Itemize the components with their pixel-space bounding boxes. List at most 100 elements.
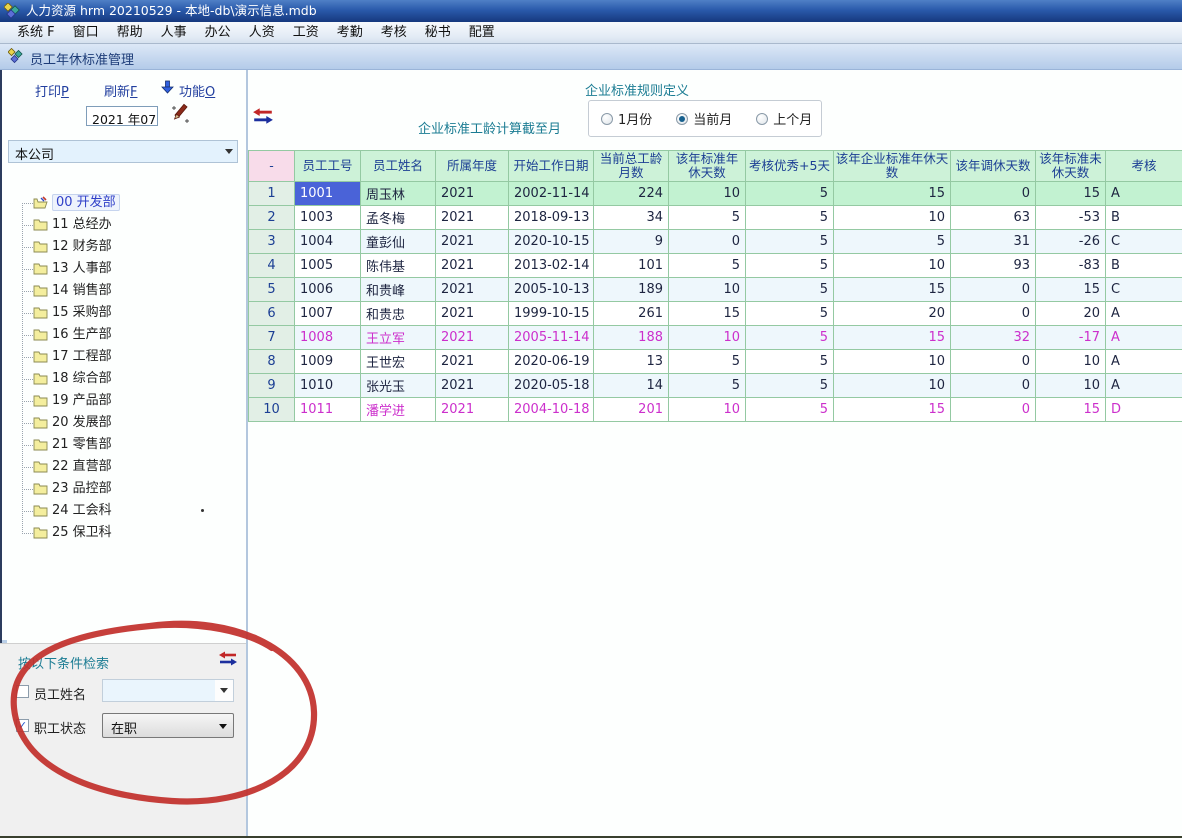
table-row-4[interactable]: 41005陈伟基20212013-02-14101551093-83B — [249, 254, 1182, 278]
menu-item-8[interactable]: 考核 — [372, 22, 416, 44]
table-cell[interactable]: -26 — [1036, 230, 1106, 254]
table-cell[interactable]: C — [1106, 230, 1182, 254]
table-cell[interactable]: 5 — [746, 182, 834, 206]
table-cell[interactable]: 93 — [951, 254, 1036, 278]
table-cell[interactable]: 31 — [951, 230, 1036, 254]
table-cell[interactable]: A — [1106, 326, 1182, 350]
column-header-7[interactable]: 考核优秀+5天 — [746, 151, 834, 182]
table-cell[interactable]: 9 — [249, 374, 295, 398]
table-cell[interactable]: 5 — [746, 302, 834, 326]
tree-item-12[interactable]: 12 财务部 — [0, 236, 240, 258]
table-cell[interactable]: 13 — [594, 350, 669, 374]
radio-option-2[interactable]: 上个月 — [756, 109, 812, 128]
table-cell[interactable]: 1010 — [295, 374, 361, 398]
tree-item-15[interactable]: 15 采购部 — [0, 302, 240, 324]
title-bar[interactable]: 人力资源 hrm 20210529 - 本地-db\演示信息.mdb — [0, 0, 1182, 22]
table-row-8[interactable]: 81009王世宏20212020-06-19135510010A — [249, 350, 1182, 374]
table-cell[interactable]: 2 — [249, 206, 295, 230]
table-cell[interactable]: 2021 — [436, 326, 509, 350]
table-cell[interactable]: 10 — [249, 398, 295, 422]
table-cell[interactable]: 10 — [669, 278, 746, 302]
table-cell[interactable]: 10 — [669, 398, 746, 422]
tree-item-11[interactable]: 11 总经办 — [0, 214, 240, 236]
table-cell[interactable]: 王立军 — [361, 326, 436, 350]
table-cell[interactable]: 15 — [1036, 398, 1106, 422]
menu-item-10[interactable]: 配置 — [460, 22, 504, 44]
table-cell[interactable]: 2021 — [436, 350, 509, 374]
refresh-button[interactable]: 刷新F — [104, 81, 138, 100]
table-row-1[interactable]: 11001周玉林20212002-11-1422410515015A — [249, 182, 1182, 206]
table-cell[interactable]: 潘学进 — [361, 398, 436, 422]
table-cell[interactable]: 1006 — [295, 278, 361, 302]
tree-item-21[interactable]: 21 零售部 — [0, 434, 240, 456]
table-cell[interactable]: -53 — [1036, 206, 1106, 230]
menu-item-6[interactable]: 工资 — [284, 22, 328, 44]
table-cell[interactable]: 2021 — [436, 206, 509, 230]
tree-item-22[interactable]: 22 直营部 — [0, 456, 240, 478]
table-cell[interactable]: 5 — [669, 254, 746, 278]
table-cell[interactable]: 5 — [834, 230, 951, 254]
tree-item-17[interactable]: 17 工程部 — [0, 346, 240, 368]
status-select[interactable]: 在职 — [102, 713, 234, 738]
table-cell[interactable]: 15 — [669, 302, 746, 326]
table-cell[interactable]: 2020-06-19 — [509, 350, 594, 374]
menu-item-7[interactable]: 考勤 — [328, 22, 372, 44]
column-header-11[interactable]: 考核 — [1106, 151, 1182, 182]
menu-item-5[interactable]: 人资 — [240, 22, 284, 44]
table-cell[interactable]: 189 — [594, 278, 669, 302]
table-cell[interactable]: 1009 — [295, 350, 361, 374]
table-cell[interactable]: 2021 — [436, 278, 509, 302]
table-cell[interactable]: 10 — [834, 350, 951, 374]
table-cell[interactable]: 1999-10-15 — [509, 302, 594, 326]
table-cell[interactable]: 5 — [746, 206, 834, 230]
table-cell[interactable]: 32 — [951, 326, 1036, 350]
status-checkbox[interactable]: ✓ — [16, 719, 29, 732]
table-row-9[interactable]: 91010张光玉20212020-05-18145510010A — [249, 374, 1182, 398]
table-cell[interactable]: 34 — [594, 206, 669, 230]
column-header-10[interactable]: 该年标准未休天数 — [1036, 151, 1106, 182]
table-cell[interactable]: 8 — [249, 350, 295, 374]
table-cell[interactable]: 1011 — [295, 398, 361, 422]
column-header-3[interactable]: 所属年度 — [436, 151, 509, 182]
table-cell[interactable]: 2020-05-18 — [509, 374, 594, 398]
table-cell[interactable]: 188 — [594, 326, 669, 350]
table-cell[interactable]: 0 — [951, 302, 1036, 326]
table-cell[interactable]: 0 — [951, 182, 1036, 206]
table-cell[interactable]: 1007 — [295, 302, 361, 326]
table-cell[interactable]: 张光玉 — [361, 374, 436, 398]
table-cell[interactable]: 224 — [594, 182, 669, 206]
table-cell[interactable]: 4 — [249, 254, 295, 278]
table-cell[interactable]: 1 — [249, 182, 295, 206]
table-cell[interactable]: 1008 — [295, 326, 361, 350]
table-cell[interactable]: 261 — [594, 302, 669, 326]
menu-item-4[interactable]: 办公 — [196, 22, 240, 44]
table-cell[interactable]: A — [1106, 302, 1182, 326]
table-cell[interactable]: 10 — [669, 182, 746, 206]
table-cell[interactable]: 0 — [951, 398, 1036, 422]
table-cell[interactable]: 15 — [1036, 182, 1106, 206]
column-header-8[interactable]: 该年企业标准年休天数 — [834, 151, 951, 182]
table-cell[interactable]: 1004 — [295, 230, 361, 254]
table-row-10[interactable]: 101011潘学进20212004-10-1820110515015D — [249, 398, 1182, 422]
table-cell[interactable]: 5 — [249, 278, 295, 302]
table-row-2[interactable]: 21003孟冬梅20212018-09-1334551063-53B — [249, 206, 1182, 230]
table-cell[interactable]: 2005-10-13 — [509, 278, 594, 302]
table-cell[interactable]: 63 — [951, 206, 1036, 230]
table-cell[interactable]: 2002-11-14 — [509, 182, 594, 206]
table-cell[interactable]: 5 — [746, 326, 834, 350]
table-cell[interactable]: 0 — [951, 350, 1036, 374]
employee-name-select[interactable] — [102, 679, 234, 702]
tree-item-14[interactable]: 14 销售部 — [0, 280, 240, 302]
tree-item-24[interactable]: 24 工会科 — [0, 500, 240, 522]
column-header-6[interactable]: 该年标准年休天数 — [669, 151, 746, 182]
table-cell[interactable]: 10 — [1036, 374, 1106, 398]
table-row-3[interactable]: 31004童彭仙20212020-10-15905531-26C — [249, 230, 1182, 254]
table-cell[interactable]: 101 — [594, 254, 669, 278]
print-button[interactable]: 打印P — [35, 81, 69, 100]
table-cell[interactable]: A — [1106, 374, 1182, 398]
table-cell[interactable]: 2021 — [436, 302, 509, 326]
table-cell[interactable]: 15 — [834, 278, 951, 302]
menu-item-9[interactable]: 秘书 — [416, 22, 460, 44]
tree-item-00[interactable]: 00 开发部 — [0, 192, 240, 214]
table-cell[interactable]: 2018-09-13 — [509, 206, 594, 230]
